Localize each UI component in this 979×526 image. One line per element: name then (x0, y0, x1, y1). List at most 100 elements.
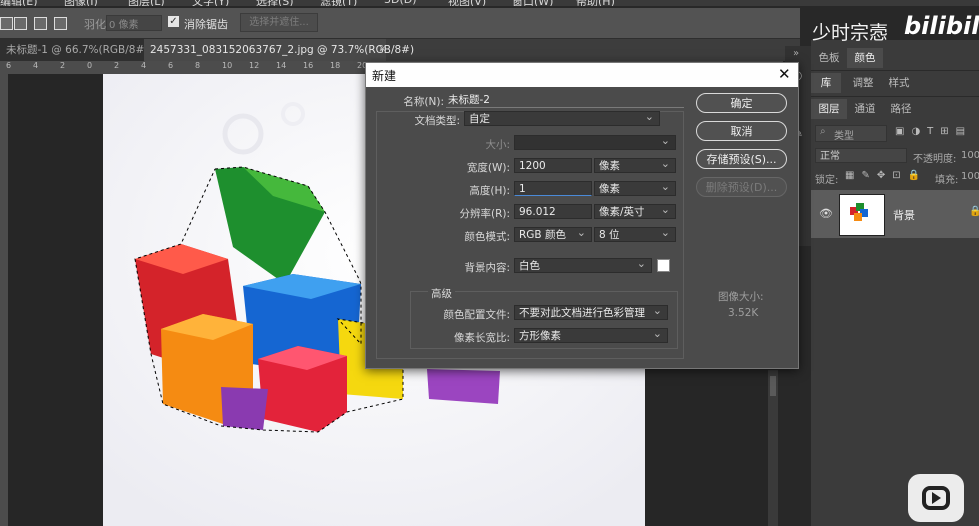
menu-item[interactable]: 窗口(W) (512, 0, 553, 6)
height-label: 高度(H): (469, 185, 510, 197)
menu-item[interactable]: 图像(I) (64, 0, 98, 6)
subtract-selection-icon[interactable] (34, 17, 47, 30)
antialias-label: 消除锯齿 (184, 18, 228, 31)
ruler-tick-label: 2 (114, 61, 120, 70)
layer-row-background[interactable]: 👁 背景 🔒 (811, 190, 979, 238)
doc-type-select[interactable]: 自定 (464, 109, 660, 126)
tab-color[interactable]: 颜色 (847, 48, 883, 68)
layer-filter-select[interactable]: ⌕ 类型 (815, 125, 887, 142)
search-icon: ⌕ (820, 126, 826, 137)
tab-swatches[interactable]: 色板 (811, 48, 847, 68)
bilibili-logo: bilibili (904, 12, 979, 40)
menu-item[interactable]: 帮助(H) (576, 0, 615, 6)
ruler-tick-label: 0 (87, 61, 93, 70)
close-icon[interactable]: ✕ (778, 65, 791, 83)
ruler-tick-label: 2 (60, 61, 66, 70)
right-panel: 色板 颜色 库 调整 样式 图层 通道 路径 ⌕ 类型 ▣◑T⊞▤ 正常 不透明… (811, 40, 979, 526)
menu-item[interactable]: 滤镜(T) (320, 0, 357, 6)
tab-paths[interactable]: 路径 (883, 99, 919, 119)
pixel-aspect-label: 像素长宽比: (453, 332, 510, 344)
menu-item[interactable]: 图层(L) (128, 0, 165, 6)
menu-item[interactable]: 编辑(E) (0, 0, 38, 6)
color-mode-select[interactable]: RGB 颜色 (514, 225, 592, 242)
ruler-tick-label: 16 (303, 61, 314, 70)
ruler-tick-label: 18 (330, 61, 341, 70)
bit-depth-select[interactable]: 8 位 (594, 225, 676, 242)
ruler-tick-label: 8 (195, 61, 201, 70)
cancel-button[interactable]: 取消 (696, 121, 787, 141)
lock-icons[interactable]: ▦✎✥⊡🔒 (845, 170, 927, 181)
save-preset-button[interactable]: 存储预设(S)... (696, 149, 787, 169)
tab-channels[interactable]: 通道 (847, 99, 883, 119)
menu-item[interactable]: 文字(Y) (192, 0, 229, 6)
doc-type-label: 文档类型: (414, 115, 460, 127)
ruler-tick-label: 12 (249, 61, 260, 70)
tab-styles[interactable]: 样式 (881, 73, 917, 93)
menu-item[interactable]: 3D(D) (384, 0, 417, 6)
background-select[interactable]: 白色 (514, 256, 652, 273)
feather-input[interactable]: 0 像素 (106, 15, 162, 31)
pixel-aspect-select[interactable]: 方形像素 (514, 326, 668, 343)
tab-adjustments[interactable]: 调整 (845, 73, 881, 93)
resolution-unit-select[interactable]: 像素/英寸 (594, 202, 676, 219)
height-unit-select[interactable]: 像素 (594, 179, 676, 196)
ruler-tick-label: 14 (276, 61, 287, 70)
opacity-label: 不透明度: (913, 154, 957, 165)
bilibili-tv-icon (908, 474, 964, 522)
lock-label: 锁定: (815, 175, 839, 186)
ruler-vertical (0, 74, 8, 526)
advanced-toggle[interactable]: 高级 (428, 286, 455, 301)
options-bar: 羽化: 0 像素 ✓ 消除锯齿 选择并遮住... (0, 8, 800, 39)
lock-icon: 🔒 (969, 206, 979, 217)
ok-button[interactable]: 确定 (696, 93, 787, 113)
add-selection-icon[interactable] (14, 17, 27, 30)
layer-thumbnail (839, 194, 885, 236)
dialog-title: 新建 (372, 69, 397, 83)
resolution-label: 分辨率(R): (459, 208, 510, 220)
color-profile-select[interactable]: 不要对此文档进行色彩管理 (514, 303, 668, 320)
menu-item[interactable]: 视图(V) (448, 0, 486, 6)
eye-icon[interactable]: 👁 (819, 207, 833, 220)
image-size-label: 图像大小: (718, 291, 764, 303)
width-unit-select[interactable]: 像素 (594, 156, 676, 173)
image-size-value: 3.52K (728, 307, 759, 319)
new-selection-icon[interactable] (0, 17, 13, 30)
intersect-selection-icon[interactable] (54, 17, 67, 30)
ruler-tick-label: 4 (141, 61, 147, 70)
dialog-title-bar: 新建 ✕ (366, 63, 798, 87)
ruler-tick-label: 6 (168, 61, 174, 70)
tab-layers[interactable]: 图层 (811, 99, 847, 119)
fill-value[interactable]: 100 (961, 171, 979, 182)
document-tab-bar: 未标题-1 @ 66.7%(RGB/8#) * 2457331_08315206… (0, 39, 800, 61)
filter-icons[interactable]: ▣◑T⊞▤ (895, 126, 972, 137)
delete-preset-button: 删除预设(D)... (696, 177, 787, 197)
background-color-swatch[interactable] (657, 259, 670, 272)
tab-close-icon[interactable]: × (378, 42, 387, 55)
width-label: 宽度(W): (466, 162, 510, 174)
tab-untitled-1[interactable]: 未标题-1 @ 66.7%(RGB/8#) * (0, 39, 157, 61)
select-and-mask-button[interactable]: 选择并遮住... (240, 13, 318, 32)
resolution-input[interactable]: 96.012 (514, 204, 592, 219)
antialias-checkbox[interactable]: ✓ (168, 16, 179, 27)
color-mode-label: 颜色模式: (464, 231, 510, 243)
ruler-tick-label: 10 (222, 61, 233, 70)
color-profile-label: 颜色配置文件: (443, 309, 510, 321)
height-input[interactable]: 1 (514, 181, 592, 196)
width-input[interactable]: 1200 (514, 158, 592, 173)
tab-libraries[interactable]: 库 (811, 73, 841, 93)
menu-item[interactable]: 选择(S) (256, 0, 294, 6)
scrollbar-thumb[interactable] (770, 376, 776, 396)
opacity-value[interactable]: 100 (961, 150, 979, 161)
new-document-dialog: 新建 ✕ 名称(N): 未标题-2 文档类型: 自定 大小: 宽度(W): 12… (365, 62, 799, 369)
name-input[interactable]: 未标题-2 (446, 92, 684, 108)
name-label: 名称(N): (403, 96, 444, 108)
fill-label: 填充: (935, 175, 959, 186)
collapse-icon[interactable]: » (793, 48, 799, 59)
layer-filter-label: 类型 (834, 131, 854, 142)
layer-name[interactable]: 背景 (893, 207, 915, 223)
watermark-text: 少时宗悫 (812, 22, 889, 44)
tab-image-jpg[interactable]: 2457331_083152063767_2.jpg @ 73.7%(RGB/8… (144, 39, 414, 61)
background-label: 背景内容: (464, 262, 510, 274)
size-select (514, 133, 676, 150)
blend-mode-select[interactable]: 正常 (815, 148, 907, 163)
